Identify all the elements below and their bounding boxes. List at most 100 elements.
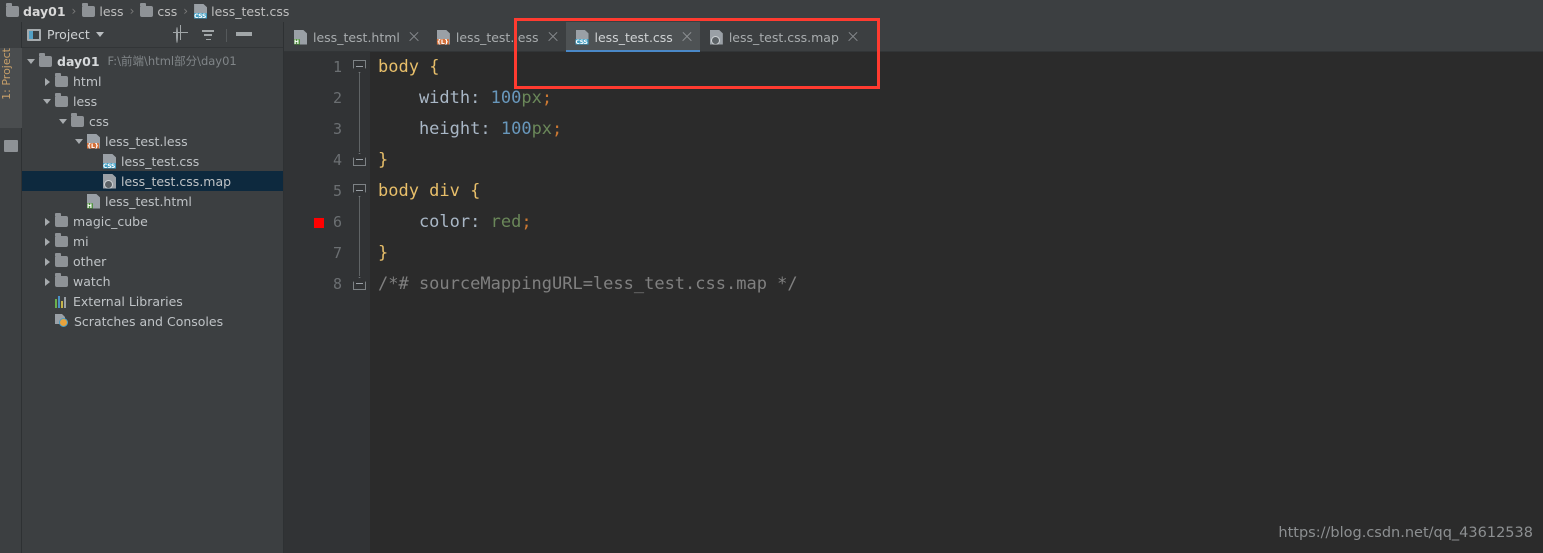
breadcrumb-item[interactable]: CSSless_test.css	[194, 4, 289, 19]
folder-icon	[55, 96, 68, 107]
tree-arrow-right-icon[interactable]	[42, 216, 53, 227]
line-number: 6	[284, 207, 350, 238]
close-icon[interactable]	[682, 32, 692, 42]
tree-arrow-placeholder	[42, 316, 53, 327]
less-file-icon: {L}	[437, 30, 450, 45]
tree-item-day01[interactable]: day01F:\前端\html部分\day01	[22, 51, 283, 71]
tree-item-magic-cube[interactable]: magic_cube	[22, 211, 283, 231]
tree-arrow-down-icon[interactable]	[42, 96, 53, 107]
code-line: }	[370, 238, 1543, 269]
breadcrumb-item[interactable]: less	[82, 4, 123, 19]
sidebar-tab-project[interactable]: 1: Project	[0, 48, 22, 128]
tree-item-css[interactable]: css	[22, 111, 283, 131]
breadcrumb-item-label: day01	[23, 4, 66, 19]
code-folding-gutter[interactable]	[350, 52, 370, 553]
tree-item-mi[interactable]: mi	[22, 231, 283, 251]
code-token: color	[378, 212, 470, 232]
structure-icon[interactable]	[4, 140, 18, 152]
editor-tab-less-test-css[interactable]: CSS less_test.css	[566, 22, 700, 52]
fold-marker-open[interactable]	[353, 184, 366, 197]
html-file-icon: H	[87, 194, 100, 209]
gear-icon[interactable]	[238, 28, 252, 42]
tree-arrow-down-icon[interactable]	[26, 56, 37, 67]
breadcrumb-item[interactable]: css	[140, 4, 177, 19]
editor-tab-less-test-html[interactable]: Hless_test.html	[284, 22, 427, 52]
code-line: width: 100px;	[370, 83, 1543, 114]
tree-item-path: F:\前端\html部分\day01	[108, 53, 237, 69]
code-token: /*# sourceMappingURL=less_test.css.map *…	[378, 274, 798, 294]
tree-arrow-right-icon[interactable]	[42, 256, 53, 267]
tree-item-other[interactable]: other	[22, 251, 283, 271]
close-icon[interactable]	[548, 32, 558, 42]
code-token: :	[470, 212, 490, 232]
css-file-icon: CSS	[576, 30, 589, 45]
breadcrumb-item-label: less	[99, 4, 123, 19]
code-line: /*# sourceMappingURL=less_test.css.map *…	[370, 269, 1543, 300]
folder-icon	[140, 6, 153, 17]
code-token: ;	[521, 212, 531, 232]
code-content[interactable]: body { width: 100px; height: 100px;}body…	[370, 52, 1543, 553]
fold-marker-open[interactable]	[353, 60, 366, 73]
project-tree: day01F:\前端\html部分\day01htmllesscss{L}les…	[22, 48, 283, 331]
tree-item-html[interactable]: html	[22, 71, 283, 91]
hide-icon[interactable]	[263, 28, 277, 42]
less-file-icon: {L}	[87, 134, 100, 149]
tree-item-scratches-and-consoles[interactable]: Scratches and Consoles	[22, 311, 283, 331]
code-line: }	[370, 145, 1543, 176]
tree-item-less-test-less[interactable]: {L}less_test.less	[22, 131, 283, 151]
tree-item-less-test-css[interactable]: CSSless_test.css	[22, 151, 283, 171]
project-panel-title[interactable]: Project	[27, 27, 104, 42]
code-token: ;	[552, 119, 562, 139]
tree-item-external-libraries[interactable]: External Libraries	[22, 291, 283, 311]
tree-item-label: mi	[73, 234, 89, 249]
folder-icon	[71, 116, 84, 127]
code-token: px	[521, 88, 541, 108]
color-preview-swatch[interactable]	[314, 218, 324, 228]
ide-window: day01›less›css›CSSless_test.css 1: Proje…	[0, 0, 1543, 553]
close-icon[interactable]	[848, 32, 858, 42]
code-editor[interactable]: 12345678 body { width: 100px; height: 10…	[284, 52, 1543, 553]
project-panel-toolbar	[176, 22, 277, 48]
chevron-down-icon[interactable]	[96, 32, 104, 37]
tree-item-watch[interactable]: watch	[22, 271, 283, 291]
tree-arrow-placeholder	[90, 156, 101, 167]
tree-item-less[interactable]: less	[22, 91, 283, 111]
folder-icon	[55, 256, 68, 267]
tree-item-label: less	[73, 94, 97, 109]
tree-item-label: css	[89, 114, 109, 129]
tree-item-less-test-css-map[interactable]: less_test.css.map	[22, 171, 283, 191]
close-icon[interactable]	[409, 32, 419, 42]
code-line: body div {	[370, 176, 1543, 207]
editor-tab-label: less_test.less	[456, 30, 539, 45]
project-panel-title-label: Project	[47, 27, 90, 42]
tree-item-label: magic_cube	[73, 214, 148, 229]
breadcrumb-item[interactable]: day01	[6, 4, 66, 19]
code-token: px	[532, 119, 552, 139]
editor-tab-label: less_test.css.map	[729, 30, 839, 45]
tree-arrow-down-icon[interactable]	[58, 116, 69, 127]
fold-marker-close[interactable]	[353, 153, 366, 166]
sidebar-tab-project-label: 1: Project	[0, 48, 13, 105]
folder-icon	[39, 56, 52, 67]
code-token: ;	[542, 88, 552, 108]
scratches-icon	[55, 314, 69, 328]
tree-arrow-right-icon[interactable]	[42, 76, 53, 87]
locate-icon[interactable]	[176, 28, 190, 42]
folder-icon	[55, 276, 68, 287]
editor-tab-less-test-less[interactable]: {L} less_test.less	[427, 22, 566, 52]
fold-marker-close[interactable]	[353, 277, 366, 290]
tree-arrow-right-icon[interactable]	[42, 276, 53, 287]
code-token: red	[491, 212, 522, 232]
collapse-all-icon[interactable]	[201, 28, 215, 42]
editor-tab-less-test-css-map[interactable]: less_test.css.map	[700, 22, 866, 52]
editor-tab-label: less_test.css	[595, 30, 673, 45]
tree-arrow-down-icon[interactable]	[74, 136, 85, 147]
line-number-gutter: 12345678	[284, 52, 350, 553]
tree-arrow-right-icon[interactable]	[42, 236, 53, 247]
project-panel-icon	[27, 29, 41, 41]
breadcrumb-separator: ›	[72, 4, 77, 18]
line-number: 8	[284, 269, 350, 300]
line-number: 3	[284, 114, 350, 145]
tree-item-less-test-html[interactable]: Hless_test.html	[22, 191, 283, 211]
folder-icon	[6, 6, 19, 17]
